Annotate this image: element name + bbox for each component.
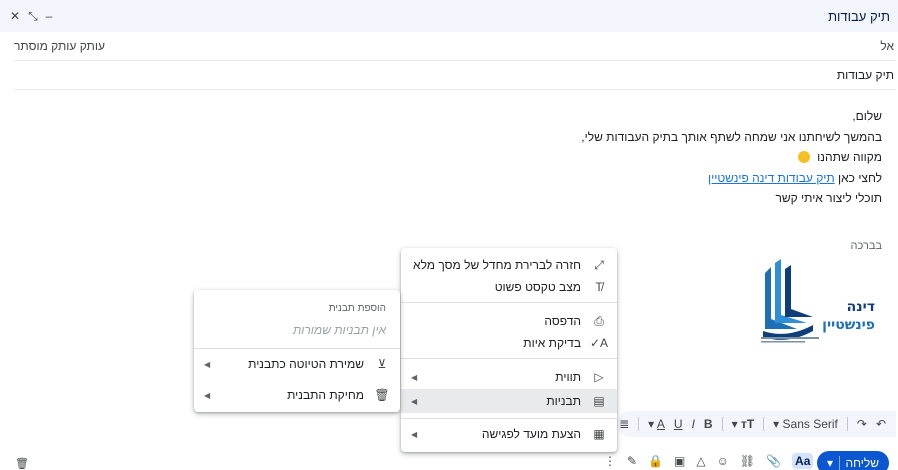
body-line: מקווה שתהנו	[322, 147, 882, 168]
menu-item-plain-text[interactable]: T̸ מצב טקסט פשוט	[401, 275, 617, 299]
send-button[interactable]: שליחה ▾	[817, 451, 889, 470]
confidential-mode-icon[interactable]: 🔒	[648, 454, 663, 468]
body-line: תוכלי ליצור איתי קשר	[775, 191, 882, 205]
menu-item-templates[interactable]: ▤ תבניות ◀	[401, 389, 617, 413]
print-icon: ⎙	[594, 313, 604, 328]
trash-icon: 🗑	[374, 388, 390, 402]
menu-item-label[interactable]: ▷ תווית ◀	[401, 365, 617, 389]
body-line: לחצי כאן תיק עבודות דינה פינשטיין	[708, 170, 882, 185]
body-line: שלום,	[852, 109, 882, 123]
discard-draft-icon[interactable]: 🗑	[15, 457, 29, 470]
to-label: אל	[880, 39, 894, 53]
more-options-menu: ⤢ חזרה לברירת מחדל של מסך מלא T̸ מצב טקס…	[401, 248, 617, 452]
menu-item-suggest-meeting[interactable]: ▦ הצעת מועד לפגישה ◀	[401, 422, 617, 446]
formatting-toolbar: ≣ ▾ A U I B ▾ тT ▾ Sans Serif ↷ ↶	[617, 411, 896, 437]
redo-icon[interactable]: ↷	[857, 417, 867, 431]
subject-field[interactable]: תיק עבודות	[837, 68, 894, 82]
drive-icon[interactable]: △	[696, 454, 705, 468]
text-color-icon[interactable]: ▾ A	[648, 417, 665, 431]
menu-item-print[interactable]: ⎙ הדפסה	[401, 309, 617, 333]
menu-item-spellcheck[interactable]: A✓ בדיקת איות	[401, 331, 617, 355]
smile-emoji-icon	[797, 151, 810, 163]
compose-header: ✕ ⤡ – תיק עבודות	[0, 0, 898, 32]
logo-name-line1: דינה	[847, 299, 875, 315]
spellcheck-icon: A✓	[589, 336, 609, 350]
expand-icon: ⤢	[594, 257, 604, 272]
template-icon: ▤	[593, 394, 605, 408]
font-size-icon[interactable]: ▾ тT	[732, 417, 755, 431]
more-options-icon[interactable]: ⋮	[604, 454, 616, 468]
compose-bottom-bar: 🗑 ⋮ ✎ 🔒 ▣ △ ☺ ⛓ 📎 Aa שליחה ▾	[0, 448, 898, 470]
window-controls: ✕ ⤡ –	[10, 10, 52, 22]
send-options-icon[interactable]: ▾	[827, 456, 833, 470]
minimize-icon[interactable]: –	[46, 10, 53, 22]
compose-title: תיק עבודות	[828, 8, 890, 24]
italic-icon[interactable]: I	[692, 417, 695, 431]
signature-logo: דינה פינשטיין	[761, 259, 875, 343]
submenu-arrow-icon: ◀	[411, 429, 418, 439]
save-template-icon: ⊻	[377, 357, 387, 371]
plain-text-icon: T̸	[595, 280, 603, 294]
menu-item-save-template[interactable]: ⊻ שמירת הטיוטה כתבנית ◀	[194, 352, 400, 376]
undo-icon[interactable]: ↶	[876, 417, 886, 431]
insert-photo-icon[interactable]: ▣	[674, 454, 685, 468]
subject-row[interactable]: תיק עבודות	[14, 61, 896, 90]
font-select[interactable]: ▾ Sans Serif	[773, 417, 838, 431]
text-align-icon[interactable]: ≣	[619, 417, 629, 431]
full-screen-icon[interactable]: ⤡	[28, 10, 38, 22]
insert-link-icon[interactable]: ⛓	[740, 454, 755, 468]
cc-bcc-link[interactable]: עותק עותק מוסתר	[14, 39, 105, 53]
submenu-arrow-icon: ◀	[204, 359, 211, 369]
submenu-arrow-icon: ◀	[411, 372, 418, 382]
portfolio-link[interactable]: תיק עבודות דינה פינשטיין	[708, 171, 835, 185]
calendar-icon: ▦	[593, 427, 605, 441]
no-templates-text: אין תבניות שמורות	[292, 323, 386, 337]
close-icon[interactable]: ✕	[10, 10, 20, 22]
formatting-options-button[interactable]: Aa	[792, 453, 814, 469]
signature-icon[interactable]: ✎	[627, 454, 637, 468]
submenu-heading: הוספת תבנית	[328, 303, 386, 314]
bold-icon[interactable]: B	[704, 417, 713, 431]
logo-name-line2: פינשטיין	[822, 317, 875, 333]
bottom-icons: ⋮ ✎ 🔒 ▣ △ ☺ ⛓ 📎 Aa	[604, 453, 814, 469]
message-body[interactable]: שלום, בהמשך לשיחתנו אני שמחה לשתף אותך ב…	[322, 106, 882, 209]
recipients-row[interactable]: עותק עותק מוסתר אל	[14, 32, 896, 61]
underline-icon[interactable]: U	[674, 417, 683, 431]
emoji-icon[interactable]: ☺	[717, 454, 729, 468]
submenu-arrow-icon: ◀	[411, 396, 418, 406]
submenu-arrow-icon: ◀	[204, 390, 211, 400]
menu-item-delete-template[interactable]: 🗑 מחיקת התבנית ◀	[194, 383, 400, 407]
label-icon: ▷	[594, 370, 604, 384]
menu-item-default-fullscreen[interactable]: ⤢ חזרה לברירת מחדל של מסך מלא	[401, 253, 617, 277]
attach-file-icon[interactable]: 📎	[766, 454, 781, 468]
body-line: בהמשך לשיחתנו אני שמחה לשתף אותך בתיק הע…	[581, 129, 882, 144]
templates-submenu: הוספת תבנית אין תבניות שמורות ⊻ שמירת הט…	[194, 290, 400, 412]
signature-greeting: בברכה	[850, 240, 882, 252]
